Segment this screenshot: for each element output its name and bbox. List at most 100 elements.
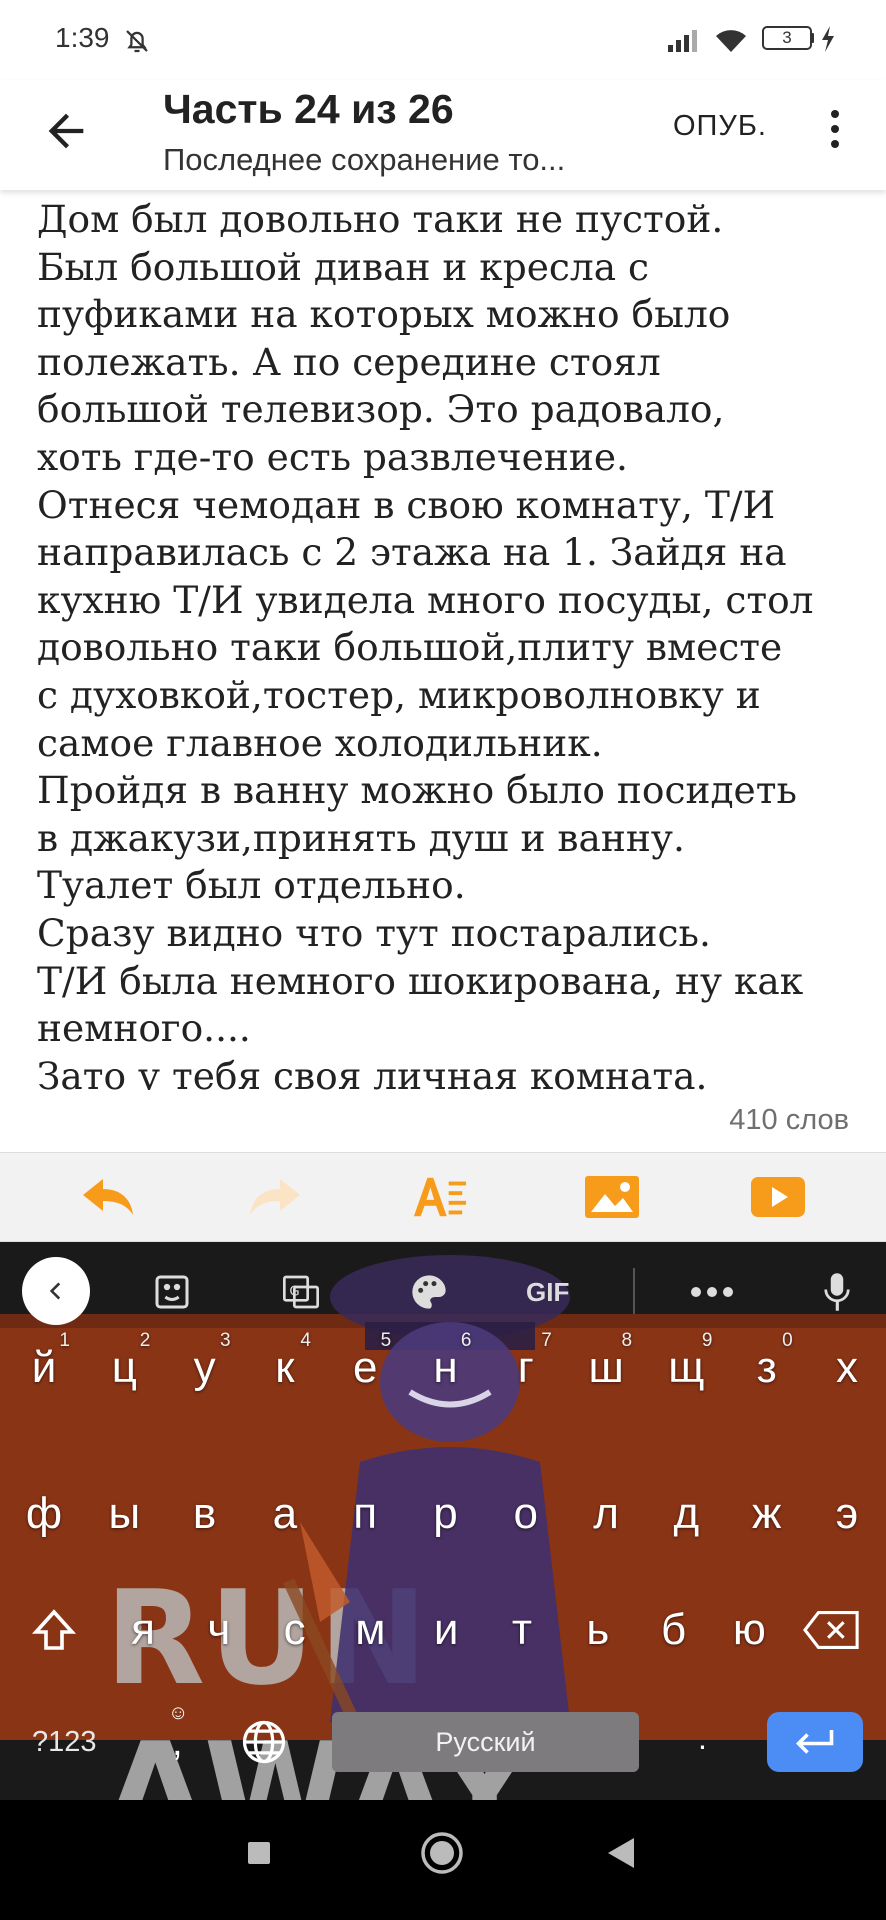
text-editor[interactable]: Дом был довольно таки не пустой. Был боль… bbox=[0, 190, 886, 1090]
key[interactable]: ы bbox=[84, 1474, 164, 1554]
symbols-key[interactable]: ?123 bbox=[32, 1726, 97, 1759]
key[interactable]: ц2 bbox=[84, 1328, 164, 1408]
insert-image-icon[interactable] bbox=[584, 1171, 640, 1223]
key[interactable]: м bbox=[330, 1590, 410, 1670]
recents-icon[interactable] bbox=[246, 1840, 272, 1871]
key-label: е bbox=[352, 1343, 378, 1392]
back-nav-icon[interactable] bbox=[606, 1836, 636, 1875]
key-label: х bbox=[836, 1343, 858, 1392]
key[interactable]: г7 bbox=[486, 1328, 566, 1408]
charging-bolt-icon bbox=[820, 26, 836, 57]
gif-button[interactable]: GIF bbox=[526, 1272, 569, 1312]
key-label: ф bbox=[25, 1489, 63, 1538]
key[interactable]: н6 bbox=[406, 1328, 486, 1408]
key-label: и bbox=[433, 1605, 459, 1654]
editor-line: Пройдя в ванну можно было посидеть bbox=[37, 768, 797, 813]
key[interactable]: л bbox=[566, 1474, 646, 1554]
key[interactable]: б bbox=[634, 1590, 714, 1670]
app-bar: Часть 24 из 26 Последнее сохранение то..… bbox=[0, 80, 886, 190]
key-label: б bbox=[660, 1605, 687, 1654]
key[interactable]: з0 bbox=[727, 1328, 807, 1408]
key-label: ь bbox=[586, 1605, 610, 1654]
key[interactable]: ч bbox=[179, 1590, 259, 1670]
key-label: ч bbox=[207, 1605, 231, 1654]
space-key[interactable]: Русский bbox=[332, 1712, 639, 1772]
translate-icon[interactable]: G bbox=[280, 1272, 322, 1312]
period-key[interactable]: . bbox=[698, 1720, 707, 1757]
key[interactable]: к4 bbox=[245, 1328, 325, 1408]
key[interactable]: й1 bbox=[4, 1328, 84, 1408]
enter-key[interactable] bbox=[767, 1712, 863, 1772]
redo-icon[interactable] bbox=[247, 1171, 303, 1223]
format-toolbar bbox=[0, 1152, 886, 1242]
battery-icon: 3 bbox=[762, 26, 812, 50]
key-hint: 9 bbox=[701, 1330, 713, 1351]
editor-line: большой телевизор. Это радовало, bbox=[37, 387, 725, 432]
key[interactable]: д bbox=[646, 1474, 726, 1554]
key[interactable]: ь bbox=[558, 1590, 638, 1670]
editor-line: Отнеся чемодан в свою комнату, Т/И bbox=[37, 482, 776, 527]
editor-text[interactable]: Дом был довольно таки не пустой. Был боль… bbox=[37, 196, 866, 1090]
key[interactable]: с bbox=[255, 1590, 335, 1670]
system-nav-bar bbox=[0, 1800, 886, 1920]
home-icon[interactable] bbox=[419, 1830, 465, 1881]
key[interactable]: я bbox=[103, 1590, 183, 1670]
editor-line: Зато у тебя своя личная комната. bbox=[37, 1053, 708, 1090]
last-saved-subtitle: Последнее сохранение то... bbox=[163, 142, 566, 177]
key-label: а bbox=[272, 1489, 298, 1538]
key-label: н bbox=[433, 1343, 458, 1392]
key[interactable]: щ9 bbox=[646, 1328, 726, 1408]
key[interactable]: е5 bbox=[325, 1328, 405, 1408]
key-label: к bbox=[275, 1343, 295, 1392]
key[interactable]: т bbox=[482, 1590, 562, 1670]
key-hint: 8 bbox=[621, 1330, 633, 1351]
more-options-icon[interactable] bbox=[820, 106, 850, 162]
shift-key[interactable] bbox=[14, 1590, 94, 1670]
editor-line: Т/И была немного шокирована, ну как bbox=[37, 958, 804, 1003]
theme-palette-icon[interactable] bbox=[408, 1272, 450, 1312]
key-label: й bbox=[31, 1343, 57, 1392]
publish-button[interactable]: ОПУБ. bbox=[673, 110, 767, 143]
back-arrow-icon[interactable] bbox=[40, 105, 92, 157]
globe-icon[interactable] bbox=[238, 1716, 290, 1773]
key[interactable]: и bbox=[406, 1590, 486, 1670]
key[interactable]: п bbox=[325, 1474, 405, 1554]
keyboard-bottom-row: ?123 ☺ , Русский . bbox=[0, 1702, 886, 1784]
keyboard-collapse-button[interactable] bbox=[22, 1257, 90, 1325]
key[interactable]: ж bbox=[727, 1474, 807, 1554]
key-label: ш bbox=[588, 1343, 624, 1392]
sticker-icon[interactable] bbox=[152, 1272, 192, 1312]
text-format-icon[interactable] bbox=[412, 1171, 468, 1223]
key[interactable]: у3 bbox=[165, 1328, 245, 1408]
insert-video-icon[interactable] bbox=[750, 1171, 806, 1223]
key[interactable]: ю bbox=[709, 1590, 789, 1670]
key[interactable]: ш8 bbox=[566, 1328, 646, 1408]
editor-line: в джакузи,принять душ и ванну. bbox=[37, 815, 685, 860]
key-hint: 3 bbox=[220, 1330, 231, 1351]
editor-line: направилась с 2 этажа на 1. Зайдя на bbox=[37, 530, 787, 575]
undo-icon[interactable] bbox=[80, 1171, 136, 1223]
status-time: 1:39 bbox=[55, 22, 110, 53]
word-count: 410 слов bbox=[729, 1104, 849, 1136]
key-label: в bbox=[192, 1489, 217, 1538]
battery-nub bbox=[810, 33, 814, 43]
key[interactable]: в bbox=[165, 1474, 245, 1554]
key[interactable]: р bbox=[406, 1474, 486, 1554]
bell-muted-icon bbox=[122, 26, 152, 61]
comma-key[interactable]: , bbox=[172, 1722, 183, 1765]
key-label: п bbox=[353, 1489, 378, 1538]
key[interactable]: о bbox=[486, 1474, 566, 1554]
key[interactable]: х bbox=[807, 1328, 886, 1408]
editor-line: Сразу видно что тут постарались. bbox=[37, 910, 711, 955]
more-icon[interactable] bbox=[690, 1272, 734, 1312]
key[interactable]: э bbox=[807, 1474, 886, 1554]
key-label: т bbox=[511, 1605, 533, 1654]
microphone-icon[interactable] bbox=[822, 1272, 852, 1312]
key-label: у bbox=[193, 1343, 216, 1392]
key[interactable]: а bbox=[245, 1474, 325, 1554]
key-label: д bbox=[673, 1489, 700, 1538]
key[interactable]: ф bbox=[4, 1474, 84, 1554]
backspace-key[interactable] bbox=[792, 1590, 872, 1670]
svg-text:G: G bbox=[289, 1284, 299, 1299]
editor-line: хоть где-то есть развлечение. bbox=[37, 434, 628, 479]
